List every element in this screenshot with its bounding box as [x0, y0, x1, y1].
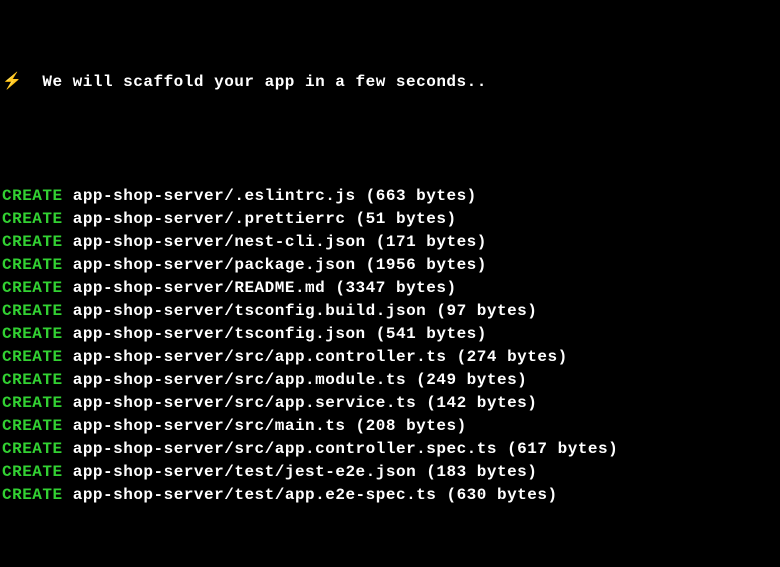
create-row: CREATE app-shop-server/package.json (195… [2, 254, 778, 277]
create-keyword: CREATE [2, 187, 63, 205]
create-file-info: app-shop-server/src/app.controller.spec.… [63, 440, 619, 458]
create-keyword: CREATE [2, 417, 63, 435]
create-row: CREATE app-shop-server/.eslintrc.js (663… [2, 185, 778, 208]
create-keyword: CREATE [2, 233, 63, 251]
create-row: CREATE app-shop-server/src/app.service.t… [2, 392, 778, 415]
create-file-info: app-shop-server/.eslintrc.js (663 bytes) [63, 187, 477, 205]
create-keyword: CREATE [2, 486, 63, 504]
create-row: CREATE app-shop-server/src/main.ts (208 … [2, 415, 778, 438]
create-keyword: CREATE [2, 279, 63, 297]
create-row: CREATE app-shop-server/src/app.controlle… [2, 346, 778, 369]
create-keyword: CREATE [2, 440, 63, 458]
create-keyword: CREATE [2, 371, 63, 389]
create-file-list: CREATE app-shop-server/.eslintrc.js (663… [2, 185, 778, 507]
create-file-info: app-shop-server/test/app.e2e-spec.ts (63… [63, 486, 558, 504]
create-row: CREATE app-shop-server/src/app.module.ts… [2, 369, 778, 392]
create-keyword: CREATE [2, 463, 63, 481]
scaffold-line: ⚡ We will scaffold your app in a few sec… [2, 71, 778, 94]
create-row: CREATE app-shop-server/nest-cli.json (17… [2, 231, 778, 254]
terminal-output: ⚡ We will scaffold your app in a few sec… [0, 0, 780, 567]
create-file-info: app-shop-server/package.json (1956 bytes… [63, 256, 487, 274]
create-row: CREATE app-shop-server/.prettierrc (51 b… [2, 208, 778, 231]
create-row: CREATE app-shop-server/test/app.e2e-spec… [2, 484, 778, 507]
create-keyword: CREATE [2, 302, 63, 320]
create-file-info: app-shop-server/src/app.controller.ts (2… [63, 348, 568, 366]
create-keyword: CREATE [2, 210, 63, 228]
create-file-info: app-shop-server/README.md (3347 bytes) [63, 279, 457, 297]
create-row: CREATE app-shop-server/README.md (3347 b… [2, 277, 778, 300]
create-keyword: CREATE [2, 394, 63, 412]
create-row: CREATE app-shop-server/test/jest-e2e.jso… [2, 461, 778, 484]
create-keyword: CREATE [2, 256, 63, 274]
create-file-info: app-shop-server/tsconfig.json (541 bytes… [63, 325, 487, 343]
create-row: CREATE app-shop-server/tsconfig.build.js… [2, 300, 778, 323]
create-file-info: app-shop-server/src/main.ts (208 bytes) [63, 417, 467, 435]
create-file-info: app-shop-server/src/app.module.ts (249 b… [63, 371, 528, 389]
create-file-info: app-shop-server/src/app.service.ts (142 … [63, 394, 538, 412]
create-row: CREATE app-shop-server/src/app.controlle… [2, 438, 778, 461]
create-keyword: CREATE [2, 348, 63, 366]
create-file-info: app-shop-server/tsconfig.build.json (97 … [63, 302, 538, 320]
create-row: CREATE app-shop-server/tsconfig.json (54… [2, 323, 778, 346]
create-file-info: app-shop-server/nest-cli.json (171 bytes… [63, 233, 487, 251]
create-file-info: app-shop-server/.prettierrc (51 bytes) [63, 210, 457, 228]
lightning-icon: ⚡ [2, 71, 22, 94]
scaffold-message: We will scaffold your app in a few secon… [42, 71, 486, 94]
create-keyword: CREATE [2, 325, 63, 343]
create-file-info: app-shop-server/test/jest-e2e.json (183 … [63, 463, 538, 481]
